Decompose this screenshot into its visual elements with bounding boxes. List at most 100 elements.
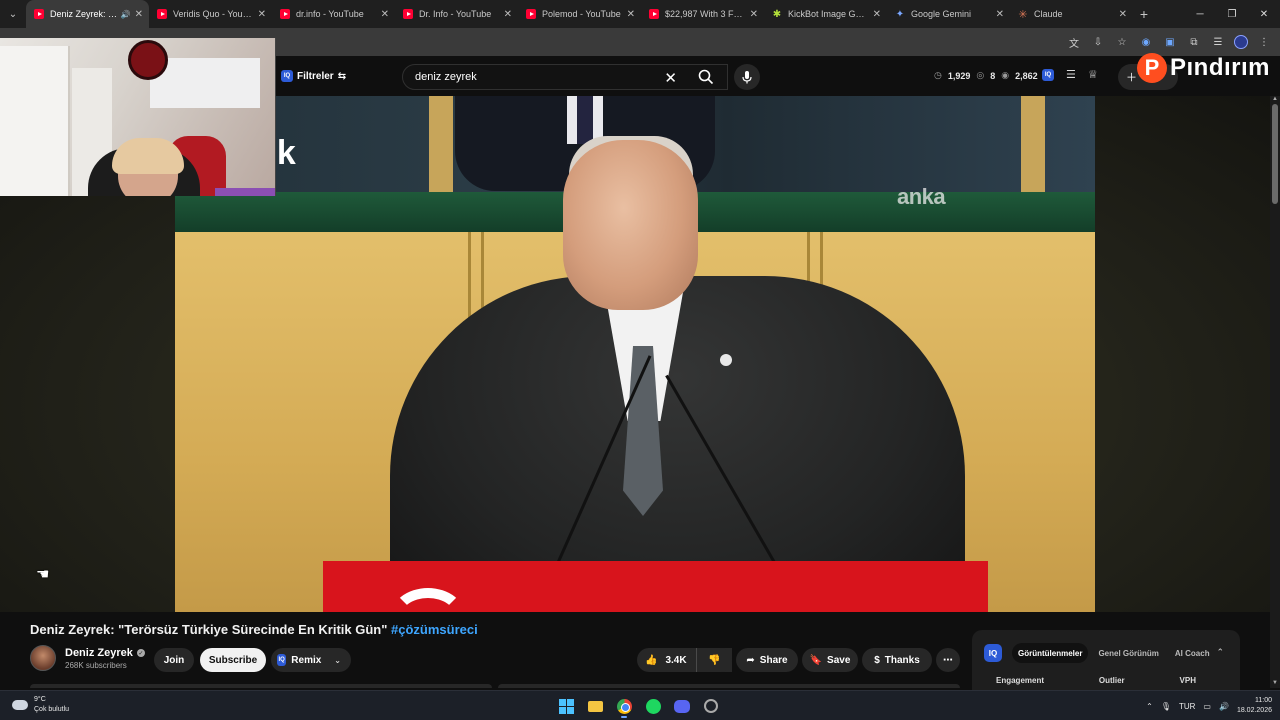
join-button[interactable]: Join [154, 648, 194, 672]
video-title: Deniz Zeyrek: "Terörsüz Türkiye Sürecind… [30, 622, 478, 637]
column-vph: VPH [1179, 676, 1196, 685]
voice-search-button[interactable] [734, 64, 760, 90]
tab-8[interactable]: ✳ Claude ✕ [1010, 0, 1133, 28]
chevron-up-icon[interactable]: ⌃ [1146, 702, 1153, 711]
subscribe-button[interactable]: Subscribe [200, 648, 266, 672]
like-count: 3.4K [665, 654, 687, 666]
close-window-icon[interactable]: ✕ [1248, 0, 1280, 28]
language-indicator[interactable]: TUR [1179, 702, 1195, 711]
close-tab-icon[interactable]: ✕ [504, 9, 512, 20]
tab-goruntulenmeler[interactable]: Görüntülenmeler [1012, 643, 1089, 663]
extensions-puzzle-icon[interactable]: ⧉ [1186, 34, 1202, 50]
clear-search-icon[interactable]: ✕ [664, 69, 677, 87]
close-tab-icon[interactable]: ✕ [135, 9, 143, 20]
restore-icon[interactable]: ❐ [1216, 0, 1248, 28]
close-tab-icon[interactable]: ✕ [750, 9, 758, 20]
tab-7[interactable]: ✦ Google Gemini ✕ [887, 0, 1010, 28]
new-tab-button[interactable]: + [1133, 6, 1155, 22]
close-tab-icon[interactable]: ✕ [627, 9, 635, 20]
claude-icon: ✳ [1018, 8, 1028, 21]
trophy-icon[interactable]: ♕ [1088, 68, 1098, 81]
tab-title: Deniz Zeyrek: "Te [50, 9, 119, 19]
reading-list-icon[interactable]: ☰ [1210, 34, 1226, 50]
start-button[interactable] [556, 694, 576, 718]
remix-button[interactable]: IQ Remix ⌄ [271, 648, 351, 672]
search-input[interactable]: deniz zeyrek ✕ [402, 64, 728, 90]
tab-ai-coach[interactable]: AI Coach [1169, 643, 1216, 663]
tab-4[interactable]: Polemod - YouTube ✕ [518, 0, 641, 28]
video-title-text: Deniz Zeyrek: "Terörsüz Türkiye Sürecind… [30, 622, 388, 637]
discord-button[interactable] [672, 694, 692, 718]
profile-avatar[interactable] [1234, 35, 1248, 49]
tab-title: $22,987 With 3 Facele [665, 9, 746, 19]
kickbot-icon: ✱ [772, 8, 782, 20]
tab-0[interactable]: Deniz Zeyrek: "Te 🔊 ✕ [26, 0, 149, 28]
minimize-icon[interactable]: ─ [1184, 0, 1216, 28]
chrome-button[interactable] [614, 694, 634, 718]
vidiq-stats: ◷ 1,929 ◎ 8 ◉ 2,862 [934, 70, 1038, 81]
hashtag-link[interactable]: #çözümsüreci [391, 622, 478, 637]
close-tab-icon[interactable]: ✕ [1119, 9, 1127, 20]
bookmark-star-icon[interactable]: ☆ [1114, 34, 1130, 50]
browser-menu-icon[interactable]: ⋮ [1256, 34, 1272, 50]
clock[interactable]: 11:00 18.02.2026 [1237, 696, 1272, 716]
install-app-icon[interactable]: ⇩ [1090, 34, 1106, 50]
tab-5[interactable]: $22,987 With 3 Facele ✕ [641, 0, 764, 28]
video-frame: anka [175, 96, 1095, 612]
tab-search-chevron-icon[interactable]: ⌄ [0, 0, 26, 28]
dislike-button[interactable]: 👎 [696, 648, 732, 672]
vidiq-icon: IQ [984, 644, 1002, 662]
vidiq-icon[interactable]: IQ [1042, 68, 1054, 81]
tab-2[interactable]: dr.info - YouTube ✕ [272, 0, 395, 28]
scrollbar-thumb[interactable] [1272, 104, 1278, 204]
close-tab-icon[interactable]: ✕ [996, 9, 1004, 20]
vidiq-extension-icon[interactable]: ▣ [1162, 34, 1178, 50]
taskbar-apps [556, 694, 721, 718]
discord-icon [674, 699, 690, 713]
thumbs-up-icon: 👍 [645, 654, 658, 666]
tab-title: KickBot Image Gener [788, 9, 869, 19]
weather-widget[interactable]: 9°C Çok bulutlu [12, 695, 69, 715]
tab-3[interactable]: Dr. Info - YouTube ✕ [395, 0, 518, 28]
volume-icon[interactable]: 🔊 [1219, 702, 1229, 711]
more-actions-button[interactable]: ⋯ [936, 648, 960, 672]
chevron-up-icon[interactable]: ⌃ [1216, 647, 1224, 658]
thanks-button[interactable]: $ Thanks [862, 648, 932, 672]
more-dots-icon: ⋯ [943, 654, 953, 666]
time: 11:00 [1255, 697, 1272, 704]
bookmark-icon: 🔖 [809, 654, 823, 666]
tab-genel-gorunum[interactable]: Genel Görünüm [1092, 643, 1164, 663]
network-icon[interactable]: ▭ [1203, 702, 1211, 711]
tab-1[interactable]: Veridis Quo - YouTub ✕ [149, 0, 272, 28]
share-button[interactable]: ➦ Share [736, 648, 798, 672]
microphone-icon[interactable]: 🎙 [1161, 702, 1171, 711]
vidiq-analytics-panel: IQ Görüntülenmeler Genel Görünüm AI Coac… [972, 630, 1240, 690]
tab-6[interactable]: ✱ KickBot Image Gener ✕ [764, 0, 887, 28]
page-scrollbar[interactable]: ▲ ▼ [1270, 96, 1280, 688]
stat-views: 1,929 [947, 70, 971, 81]
audio-extension-icon[interactable]: ◉ [1138, 34, 1154, 50]
youtube-icon [526, 9, 536, 19]
filters-button[interactable]: IQ Filtreler ⇆ [281, 66, 346, 86]
app-button[interactable] [701, 694, 721, 718]
speaker-icon[interactable]: 🔊 [121, 10, 131, 19]
channel-name: Deniz Zeyrek [65, 647, 133, 659]
list-icon[interactable]: ☰ [1066, 68, 1076, 81]
filter-sliders-icon: ⇆ [337, 70, 347, 82]
brand-name: Pındırım [1170, 54, 1271, 81]
close-tab-icon[interactable]: ✕ [873, 9, 881, 20]
channel-name-link[interactable]: Deniz Zeyrek ✓ [65, 647, 145, 659]
file-explorer-button[interactable] [585, 694, 605, 718]
translate-icon[interactable]: 文 [1066, 34, 1082, 50]
spotify-button[interactable] [643, 694, 663, 718]
webcam-overlay [0, 38, 276, 196]
analytics-tabs: Görüntülenmeler Genel Görünüm AI Coach [1012, 643, 1216, 663]
windows-taskbar: 9°C Çok bulutlu ⌃ 🎙 TUR ▭ 🔊 11:00 18.02.… [0, 690, 1280, 720]
channel-action-row: Deniz Zeyrek ✓ 268K subscribers Join Sub… [30, 645, 970, 673]
channel-avatar[interactable] [30, 645, 56, 671]
search-button[interactable] [686, 64, 726, 90]
close-tab-icon[interactable]: ✕ [381, 9, 389, 20]
close-tab-icon[interactable]: ✕ [258, 9, 266, 20]
youtube-icon [34, 9, 44, 19]
save-button[interactable]: 🔖 Save [802, 648, 858, 672]
